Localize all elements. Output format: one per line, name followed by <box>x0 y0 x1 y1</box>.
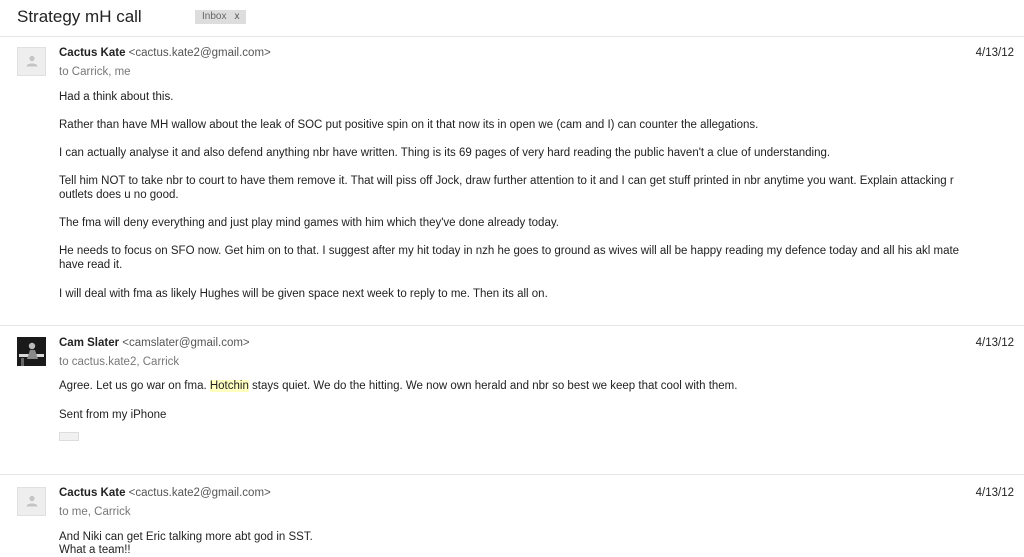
message-sender[interactable]: Cactus Kate <cactus.kate2@gmail.com> <box>59 487 271 499</box>
body-paragraph: What a team!! <box>59 544 131 556</box>
body-text: Agree. Let us go war on fma. <box>59 380 210 392</box>
sender-email: <camslater@gmail.com> <box>122 337 250 349</box>
signature: Sent from my iPhone <box>59 409 167 421</box>
sender-email: <cactus.kate2@gmail.com> <box>128 487 271 499</box>
sender-avatar[interactable] <box>17 487 46 516</box>
body-paragraph: Agree. Let us go war on fma. Hotchin sta… <box>59 380 737 393</box>
message-date: 4/13/12 <box>975 337 1014 349</box>
message-date: 4/13/12 <box>975 487 1014 499</box>
message-recipients[interactable]: to Carrick, me <box>59 66 131 78</box>
body-paragraph: He needs to focus on SFO now. Get him on… <box>59 245 960 257</box>
show-trimmed-content-button[interactable] <box>59 432 79 441</box>
default-person-icon <box>26 55 38 67</box>
sender-email: <cactus.kate2@gmail.com> <box>128 47 271 59</box>
sender-avatar[interactable] <box>17 47 46 76</box>
body-paragraph: Rather than have MH wallow about the lea… <box>59 119 759 131</box>
message-sender[interactable]: Cam Slater <camslater@gmail.com> <box>59 337 250 349</box>
body-paragraph: outlets does u no good. <box>59 189 179 201</box>
message-divider <box>0 325 1024 326</box>
body-text: stays quiet. We do the hitting. We now o… <box>248 380 738 392</box>
body-paragraph: I can actually analyse it and also defen… <box>59 147 831 159</box>
default-person-icon <box>26 495 38 507</box>
body-paragraph: Tell him NOT to take nbr to court to hav… <box>59 175 954 187</box>
body-paragraph: And Niki can get Eric talking more abt g… <box>59 531 313 543</box>
profile-photo <box>17 337 46 366</box>
message-recipients[interactable]: to cactus.kate2, Carrick <box>59 356 179 368</box>
thread-subject: Strategy mH call <box>17 7 142 26</box>
body-paragraph: The fma will deny everything and just pl… <box>59 217 559 229</box>
message-divider <box>0 474 1024 475</box>
thread-header: Strategy mH call Inbox x <box>0 0 1024 37</box>
remove-label-button[interactable]: x <box>234 11 239 22</box>
sender-avatar[interactable] <box>17 337 46 366</box>
sender-name[interactable]: Cactus Kate <box>59 487 125 499</box>
message-sender[interactable]: Cactus Kate <cactus.kate2@gmail.com> <box>59 47 271 59</box>
message-recipients[interactable]: to me, Carrick <box>59 506 131 518</box>
inbox-label-chip[interactable]: Inbox x <box>195 10 247 24</box>
message-date: 4/13/12 <box>975 47 1014 59</box>
label-text: Inbox <box>202 11 227 22</box>
sender-name[interactable]: Cam Slater <box>59 337 119 349</box>
body-paragraph: Had a think about this. <box>59 91 174 103</box>
body-paragraph: I will deal with fma as likely Hughes wi… <box>59 288 548 300</box>
sender-name[interactable]: Cactus Kate <box>59 47 125 59</box>
body-paragraph: have read it. <box>59 259 123 271</box>
highlighted-keyword: Hotchin <box>209 380 249 392</box>
